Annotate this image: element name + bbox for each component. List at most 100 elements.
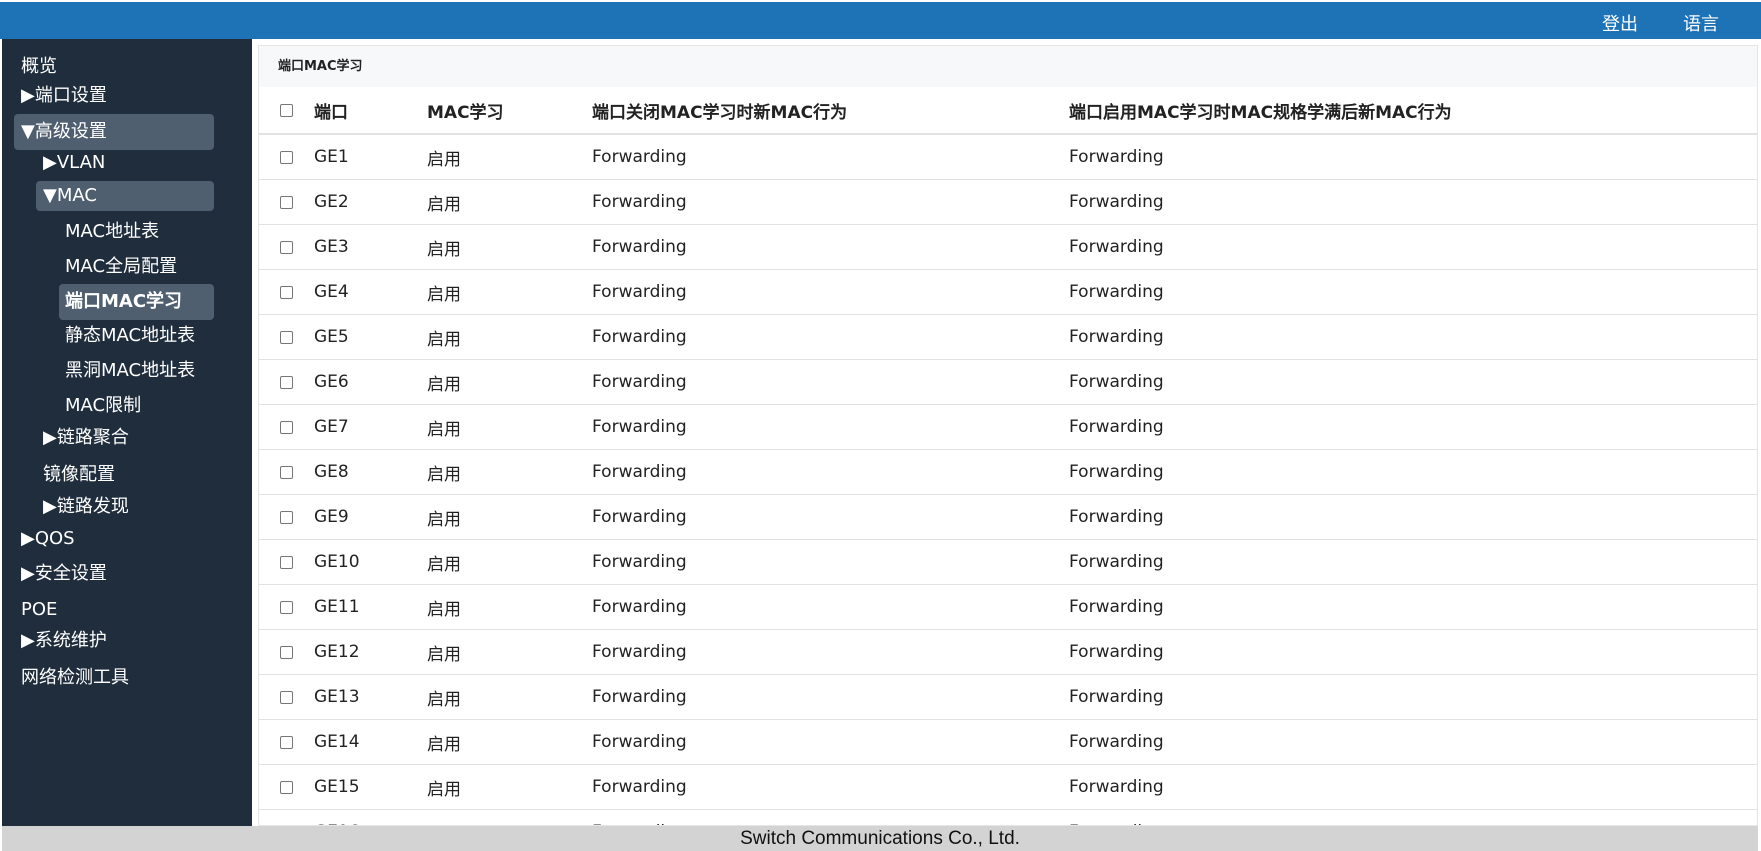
header-disabled-behavior[interactable]: 端口关闭MAC学习时新MAC行为 — [592, 87, 1069, 135]
full-behavior-cell: Forwarding — [1069, 404, 1757, 450]
mac-learning-cell: 启用 — [427, 269, 592, 315]
table-row[interactable]: GE3 启用 Forwarding Forwarding — [259, 224, 1757, 270]
disabled-behavior-cell: Forwarding — [592, 269, 1069, 315]
table-row[interactable]: GE9 启用 Forwarding Forwarding — [259, 494, 1757, 540]
header-select-all-cell — [259, 87, 314, 135]
row-checkbox[interactable] — [280, 465, 293, 479]
sidebar-item-security-settings[interactable]: ▶安全设置 — [21, 556, 107, 592]
row-checkbox[interactable] — [280, 645, 293, 659]
mac-learning-cell: 启用 — [427, 449, 592, 495]
select-all-checkbox[interactable] — [280, 103, 293, 117]
sidebar-item-link-discovery[interactable]: ▶链路发现 — [43, 489, 129, 525]
sidebar-item-link-aggregation[interactable]: ▶链路聚合 — [43, 420, 129, 456]
mac-learning-cell: 启用 — [427, 719, 592, 765]
disabled-behavior-cell: Forwarding — [592, 629, 1069, 675]
sidebar-item-mac[interactable]: ▼MAC — [36, 181, 214, 211]
table-row[interactable]: GE7 启用 Forwarding Forwarding — [259, 404, 1757, 450]
full-behavior-cell: Forwarding — [1069, 494, 1757, 540]
row-select-cell — [259, 179, 314, 225]
port-cell: GE15 — [314, 764, 427, 810]
table-row[interactable]: GE10 启用 Forwarding Forwarding — [259, 539, 1757, 585]
table-header-row: 端口 MAC学习 端口关闭MAC学习时新MAC行为 端口启用MAC学习时MAC规… — [259, 87, 1757, 135]
port-mac-learning-table: 端口 MAC学习 端口关闭MAC学习时新MAC行为 端口启用MAC学习时MAC规… — [259, 87, 1757, 825]
port-cell: GE13 — [314, 674, 427, 720]
full-behavior-cell: Forwarding — [1069, 269, 1757, 315]
row-checkbox[interactable] — [280, 600, 293, 614]
port-cell: GE2 — [314, 179, 427, 225]
mac-learning-cell: 启用 — [427, 359, 592, 405]
row-checkbox[interactable] — [280, 195, 293, 209]
header-full-behavior[interactable]: 端口启用MAC学习时MAC规格学满后新MAC行为 — [1069, 87, 1757, 135]
disabled-behavior-cell: Forwarding — [592, 179, 1069, 225]
table-row[interactable]: GE15 启用 Forwarding Forwarding — [259, 764, 1757, 810]
mac-learning-cell: 启用 — [427, 179, 592, 225]
row-checkbox[interactable] — [280, 285, 293, 299]
mac-learning-cell: 启用 — [427, 809, 592, 825]
logout-link[interactable]: 登出 — [1602, 10, 1638, 36]
sidebar-item-mac-limit[interactable]: MAC限制 — [65, 388, 141, 424]
table-row[interactable]: GE12 启用 Forwarding Forwarding — [259, 629, 1757, 675]
mac-learning-cell: 启用 — [427, 539, 592, 585]
row-checkbox[interactable] — [280, 240, 293, 254]
disabled-behavior-cell: Forwarding — [592, 449, 1069, 495]
table-row[interactable]: GE5 启用 Forwarding Forwarding — [259, 314, 1757, 360]
sidebar-item-qos[interactable]: ▶QOS — [21, 521, 75, 557]
top-bar: 登出 语言 — [0, 0, 1761, 39]
row-select-cell — [259, 404, 314, 450]
sidebar-item-mac-address-table[interactable]: MAC地址表 — [65, 214, 159, 250]
disabled-behavior-cell: Forwarding — [592, 404, 1069, 450]
port-cell: GE10 — [314, 539, 427, 585]
port-cell: GE14 — [314, 719, 427, 765]
row-checkbox[interactable] — [280, 555, 293, 569]
row-checkbox[interactable] — [280, 330, 293, 344]
row-select-cell — [259, 269, 314, 315]
sidebar-item-port-mac-learning[interactable]: 端口MAC学习 — [59, 284, 214, 320]
row-checkbox[interactable] — [280, 375, 293, 389]
table-row[interactable]: GE14 启用 Forwarding Forwarding — [259, 719, 1757, 765]
row-checkbox[interactable] — [280, 780, 293, 794]
disabled-behavior-cell: Forwarding — [592, 674, 1069, 720]
header-port[interactable]: 端口 — [314, 87, 427, 135]
port-cell: GE4 — [314, 269, 427, 315]
disabled-behavior-cell: Forwarding — [592, 764, 1069, 810]
row-select-cell — [259, 629, 314, 675]
table-row[interactable]: GE2 启用 Forwarding Forwarding — [259, 179, 1757, 225]
port-cell: GE1 — [314, 134, 427, 180]
mac-learning-cell: 启用 — [427, 224, 592, 270]
row-checkbox[interactable] — [280, 735, 293, 749]
disabled-behavior-cell: Forwarding — [592, 539, 1069, 585]
disabled-behavior-cell: Forwarding — [592, 584, 1069, 630]
port-cell: GE7 — [314, 404, 427, 450]
sidebar-item-vlan[interactable]: ▶VLAN — [43, 145, 105, 181]
disabled-behavior-cell: Forwarding — [592, 494, 1069, 540]
row-checkbox[interactable] — [280, 420, 293, 434]
sidebar-item-system-maintenance[interactable]: ▶系统维护 — [21, 623, 107, 659]
sidebar-item-network-tools[interactable]: 网络检测工具 — [21, 660, 129, 696]
row-checkbox[interactable] — [280, 690, 293, 704]
table-row[interactable]: GE1 启用 Forwarding Forwarding — [259, 134, 1757, 180]
row-select-cell — [259, 314, 314, 360]
language-link[interactable]: 语言 — [1683, 10, 1719, 36]
row-checkbox[interactable] — [280, 510, 293, 524]
table-row[interactable]: GE8 启用 Forwarding Forwarding — [259, 449, 1757, 495]
app-frame: 登出 语言 概览 ▶端口设置 ▼高级设置 ▶VLAN ▼MAC MAC地址表 M… — [0, 0, 1761, 851]
port-cell: GE16 — [314, 809, 427, 825]
sidebar-item-mirror-config[interactable]: 镜像配置 — [43, 457, 115, 493]
table-row[interactable]: GE11 启用 Forwarding Forwarding — [259, 584, 1757, 630]
mac-learning-cell: 启用 — [427, 764, 592, 810]
table-row[interactable]: GE6 启用 Forwarding Forwarding — [259, 359, 1757, 405]
row-select-cell — [259, 674, 314, 720]
header-mac-learning[interactable]: MAC学习 — [427, 87, 592, 135]
full-behavior-cell: Forwarding — [1069, 449, 1757, 495]
row-select-cell — [259, 134, 314, 180]
sidebar-item-blackhole-mac-table[interactable]: 黑洞MAC地址表 — [65, 353, 195, 389]
table-row[interactable]: GE16启用ForwardingForwarding — [259, 809, 1757, 825]
full-behavior-cell: Forwarding — [1069, 224, 1757, 270]
table-row[interactable]: GE4 启用 Forwarding Forwarding — [259, 269, 1757, 315]
table-row[interactable]: GE13 启用 Forwarding Forwarding — [259, 674, 1757, 720]
sidebar-item-port-settings[interactable]: ▶端口设置 — [21, 78, 107, 114]
mac-learning-cell: 启用 — [427, 404, 592, 450]
row-checkbox[interactable] — [280, 150, 293, 164]
sidebar-item-mac-global-config[interactable]: MAC全局配置 — [65, 249, 177, 285]
sidebar-item-static-mac-table[interactable]: 静态MAC地址表 — [65, 318, 195, 354]
